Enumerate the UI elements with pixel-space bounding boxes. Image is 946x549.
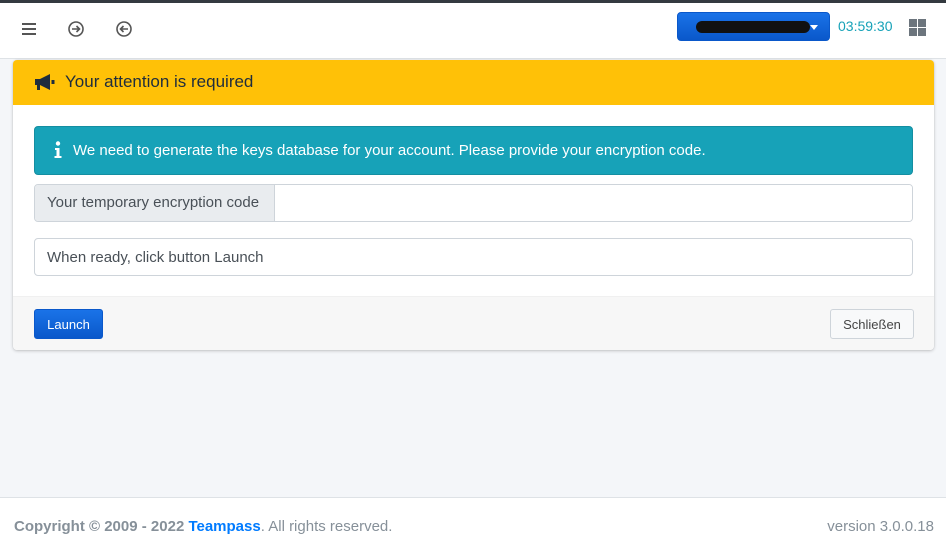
status-message: When ready, click button Launch — [34, 238, 913, 276]
copyright-text: Copyright © 2009 - 2022 Teampass. All ri… — [14, 518, 392, 535]
card-footer: Launch Schließen — [13, 296, 934, 350]
arrow-left-circle-icon[interactable] — [112, 17, 136, 41]
copyright-years: Copyright © 2009 - 2022 — [14, 518, 185, 535]
page-footer: Copyright © 2009 - 2022 Teampass. All ri… — [0, 497, 946, 549]
redacted-username — [696, 21, 810, 33]
close-button[interactable]: Schließen — [830, 309, 914, 339]
megaphone-icon — [35, 74, 55, 90]
alert-message: We need to generate the keys database fo… — [73, 142, 706, 159]
version-label: version 3.0.0.18 — [827, 518, 934, 535]
hamburger-icon[interactable] — [17, 17, 41, 41]
card-title: Your attention is required — [65, 72, 254, 91]
attention-card: Your attention is required We need to ge… — [13, 60, 934, 350]
info-alert: We need to generate the keys database fo… — [34, 126, 913, 175]
rights-text: . All rights reserved. — [260, 518, 393, 535]
encryption-code-label: Your temporary encryption code — [35, 185, 275, 221]
encryption-code-input[interactable] — [275, 185, 912, 221]
card-header: Your attention is required — [13, 60, 934, 105]
arrow-right-circle-icon[interactable] — [64, 17, 88, 41]
user-menu-button[interactable] — [677, 12, 830, 41]
encryption-code-group: Your temporary encryption code — [34, 184, 913, 222]
launch-button[interactable]: Launch — [34, 309, 103, 339]
top-navbar: 03:59:30 — [0, 3, 946, 59]
caret-down-icon — [810, 25, 818, 30]
info-icon — [54, 141, 62, 158]
session-timer: 03:59:30 — [838, 18, 893, 34]
teampass-link[interactable]: Teampass — [188, 518, 260, 535]
grid-icon[interactable] — [909, 19, 926, 36]
